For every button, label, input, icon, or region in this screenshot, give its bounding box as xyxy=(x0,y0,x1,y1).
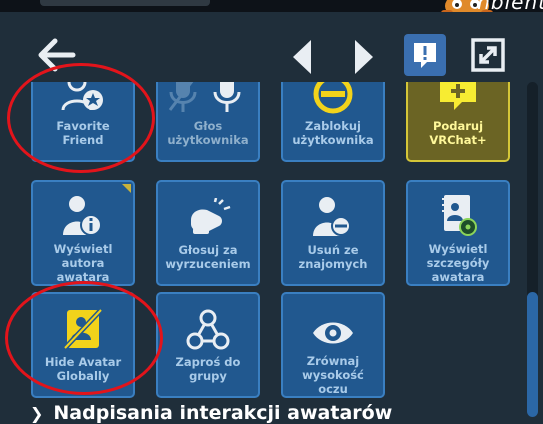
remove-friend-button[interactable]: Usuń ze znajomych xyxy=(281,180,385,286)
tile-label: Głosuj za wyrzuceniem xyxy=(165,243,251,271)
tile-label: Zablokuj użytkownika xyxy=(292,119,374,147)
gift-vrchat-plus-button[interactable]: Podaruj VRChat+ xyxy=(406,82,510,162)
tile-label: Zaproś do grupy xyxy=(175,355,241,383)
avatar-interaction-overrides-section[interactable]: ❯ Nadpisania interakcji awatarów xyxy=(30,402,393,424)
tile-label: Zrównaj wysokość oczu xyxy=(302,354,364,396)
block-icon xyxy=(311,82,355,116)
microphone-muted-icon xyxy=(168,82,248,116)
previous-button[interactable] xyxy=(287,35,317,79)
avatar-details-icon xyxy=(436,188,480,239)
block-user-button[interactable]: Zablokuj użytkownika xyxy=(281,82,385,162)
scrollbar-thumb[interactable] xyxy=(527,292,538,417)
top-strip-tile xyxy=(40,0,210,6)
tile-label: Favorite Friend xyxy=(56,119,110,147)
chevron-right-icon xyxy=(355,40,373,74)
user-voice-button[interactable]: Głos użytkownika xyxy=(156,82,260,162)
hide-avatar-globally-button[interactable]: Hide Avatar Globally xyxy=(31,292,135,398)
tile-label: Podaruj VRChat+ xyxy=(429,119,487,147)
next-button[interactable] xyxy=(349,35,379,79)
expand-window-icon xyxy=(471,38,505,72)
report-button[interactable] xyxy=(404,34,446,76)
remove-friend-icon xyxy=(311,188,355,240)
vote-kick-button[interactable]: Głosuj za wyrzuceniem xyxy=(156,180,260,286)
eye-height-icon xyxy=(310,300,356,351)
group-invite-icon xyxy=(186,300,230,352)
tile-label: Głos użytkownika xyxy=(167,119,249,147)
tile-label: Wyświetl szczegóły awatara xyxy=(426,242,490,284)
section-title: Nadpisania interakcji awatarów xyxy=(53,402,393,424)
hide-avatar-icon xyxy=(61,300,105,352)
arrow-left-icon xyxy=(38,38,76,72)
view-avatar-author-button[interactable]: Wyświetl autora awatara xyxy=(31,180,135,286)
header-bar xyxy=(0,12,543,76)
chevron-left-icon xyxy=(293,40,311,74)
view-avatar-details-button[interactable]: Wyświetl szczegóły awatara xyxy=(406,180,510,286)
chevron-right-icon: ❯ xyxy=(30,403,44,423)
vrchat-plus-gift-icon xyxy=(436,82,480,116)
tile-label: Hide Avatar Globally xyxy=(44,355,122,383)
corner-flag xyxy=(122,184,131,193)
tile-label: Usuń ze znajomych xyxy=(298,243,368,271)
exclamation-bubble-icon xyxy=(414,43,436,68)
invite-to-group-button[interactable]: Zaproś do grupy xyxy=(156,292,260,398)
favorite-friend-button[interactable]: Favorite Friend xyxy=(31,82,135,162)
avatar-author-info-icon xyxy=(61,188,105,239)
back-button[interactable] xyxy=(34,34,80,76)
action-grid: Favorite Friend Głos użytkownika Zabloku… xyxy=(0,82,522,402)
scrollbar[interactable] xyxy=(522,82,543,417)
vote-kick-icon xyxy=(183,188,233,240)
tile-label: Wyświetl autora awatara xyxy=(53,242,113,284)
expand-button[interactable] xyxy=(466,34,510,76)
match-eye-height-button[interactable]: Zrównaj wysokość oczu xyxy=(281,292,385,398)
favorite-friend-icon xyxy=(59,82,107,116)
